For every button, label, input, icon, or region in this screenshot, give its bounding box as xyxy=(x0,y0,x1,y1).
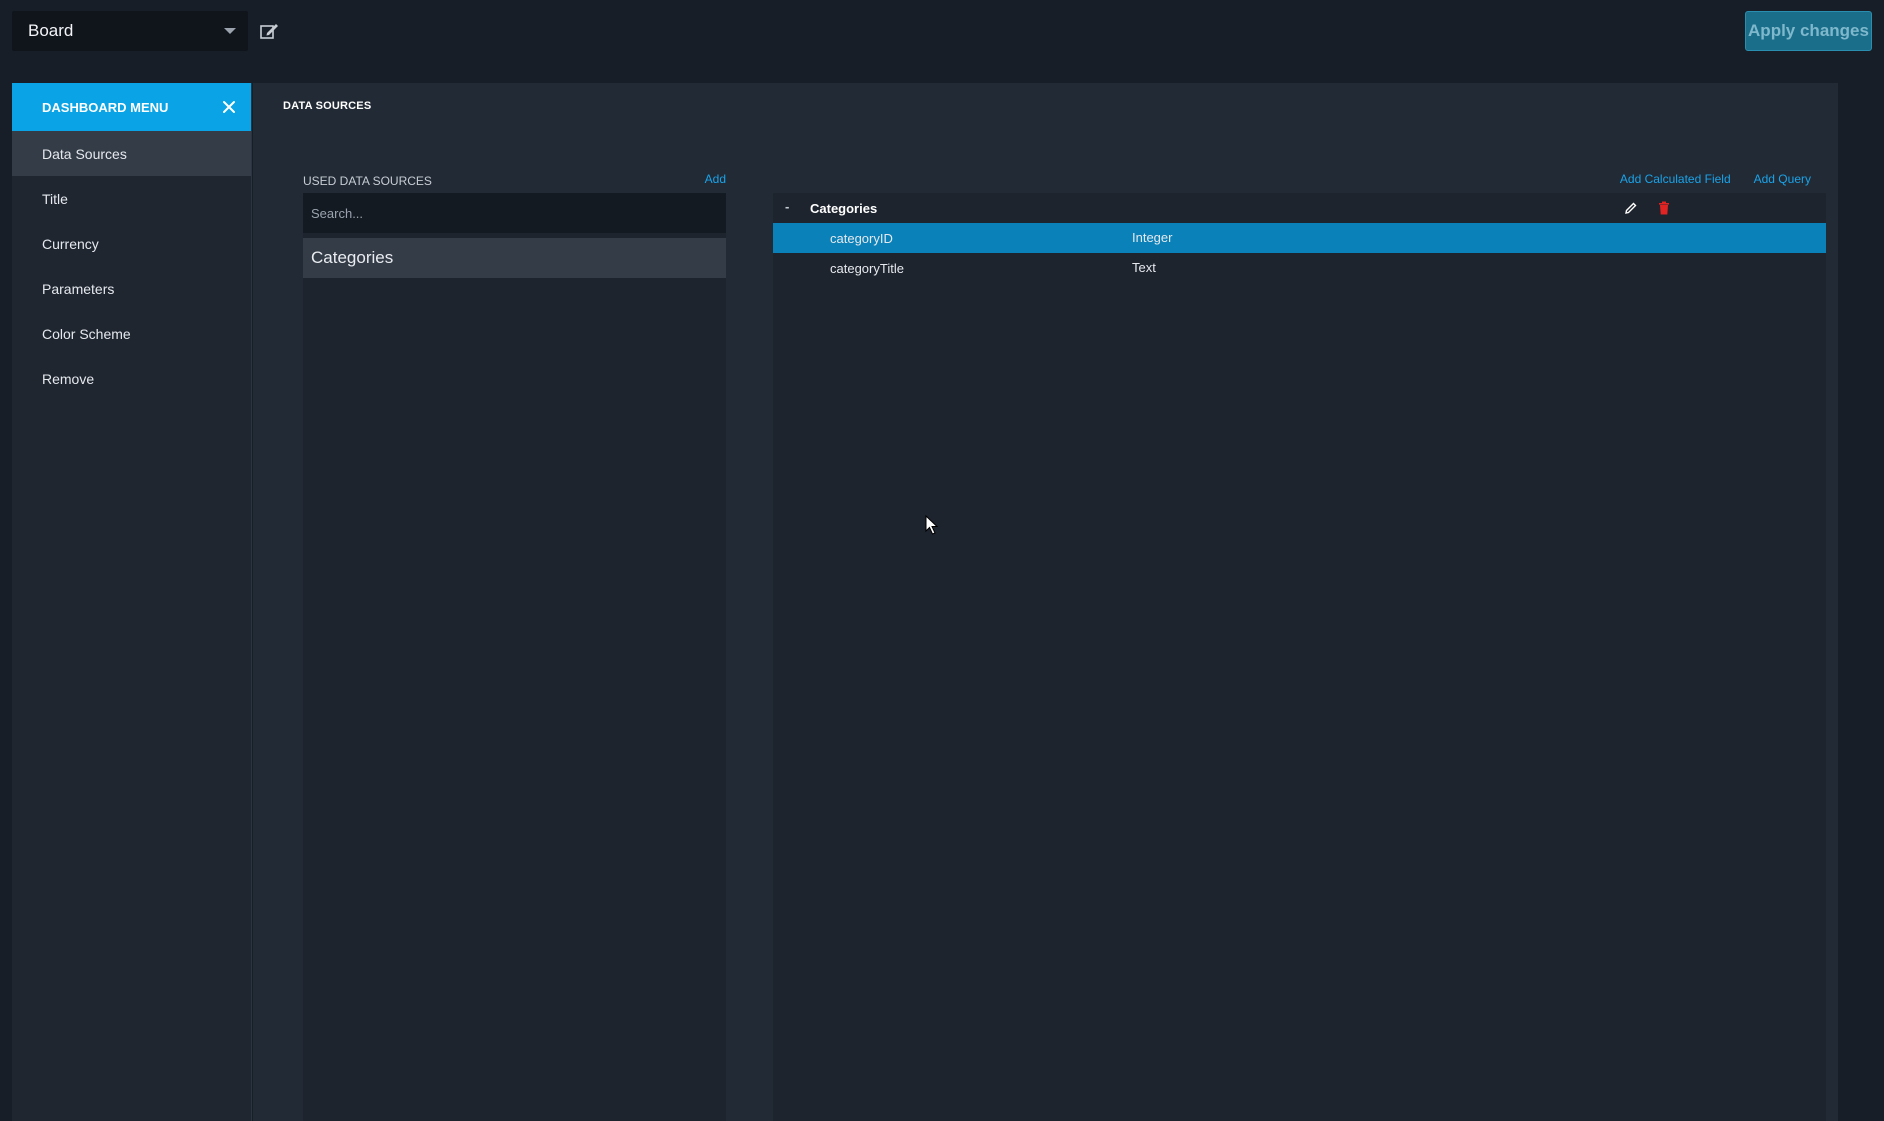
table-group-row: - Categories xyxy=(773,193,1826,223)
fields-table: - Categories categoryID Integer category… xyxy=(773,193,1826,1121)
sidebar-item-color-scheme[interactable]: Color Scheme xyxy=(12,311,251,356)
board-select[interactable]: Board xyxy=(12,11,248,51)
field-type: Text xyxy=(1132,260,1156,275)
trash-icon[interactable] xyxy=(1658,201,1670,215)
sidebar-item-title[interactable]: Title xyxy=(12,176,251,221)
sidebar-item-label: Color Scheme xyxy=(42,325,131,342)
field-type: Integer xyxy=(1132,230,1173,245)
used-data-sources-label: USED DATA SOURCES xyxy=(303,174,432,188)
dashboard-menu: DASHBOARD MENU Data Sources Title Curren… xyxy=(12,83,252,1121)
sidebar-item-currency[interactable]: Currency xyxy=(12,221,251,266)
table-row[interactable]: categoryID Integer xyxy=(773,223,1826,253)
group-name: Categories xyxy=(810,201,878,216)
pencil-icon[interactable] xyxy=(1624,201,1638,215)
table-row[interactable]: categoryTitle Text xyxy=(773,253,1826,283)
field-actions: Add Calculated Field Add Query xyxy=(1620,172,1811,186)
data-source-label: Categories xyxy=(311,248,394,267)
data-sources-panel: DATA SOURCES USED DATA SOURCES Add Categ… xyxy=(253,83,1838,1121)
search-input[interactable] xyxy=(303,193,726,233)
data-source-item[interactable]: Categories xyxy=(303,238,726,278)
sidebar-item-label: Remove xyxy=(42,370,95,387)
page-title: DATA SOURCES xyxy=(283,100,372,112)
collapse-toggle[interactable]: - xyxy=(785,199,799,214)
chevron-down-icon xyxy=(224,28,236,34)
close-icon[interactable] xyxy=(221,99,237,115)
dashboard-menu-title: DASHBOARD MENU xyxy=(42,99,169,115)
top-bar: Board Apply changes xyxy=(0,0,1884,83)
sidebar-item-label: Parameters xyxy=(42,280,115,297)
sidebar-item-data-sources[interactable]: Data Sources xyxy=(12,131,251,176)
mouse-pointer-icon xyxy=(925,515,939,535)
add-calculated-field-link[interactable]: Add Calculated Field xyxy=(1620,172,1731,186)
sidebar-item-label: Data Sources xyxy=(42,145,127,162)
add-query-link[interactable]: Add Query xyxy=(1754,172,1811,186)
board-select-value: Board xyxy=(28,21,74,40)
apply-changes-button[interactable]: Apply changes xyxy=(1745,11,1872,51)
edit-icon[interactable] xyxy=(259,21,279,41)
used-data-sources-list: Categories xyxy=(303,193,726,1121)
field-name: categoryID xyxy=(830,231,893,246)
sidebar-item-remove[interactable]: Remove xyxy=(12,356,251,401)
add-data-source-link[interactable]: Add xyxy=(699,172,726,186)
field-name: categoryTitle xyxy=(830,261,904,276)
sidebar-item-label: Title xyxy=(42,190,68,207)
sidebar-item-parameters[interactable]: Parameters xyxy=(12,266,251,311)
sidebar-item-label: Currency xyxy=(42,235,99,252)
dashboard-menu-header: DASHBOARD MENU xyxy=(12,83,251,131)
